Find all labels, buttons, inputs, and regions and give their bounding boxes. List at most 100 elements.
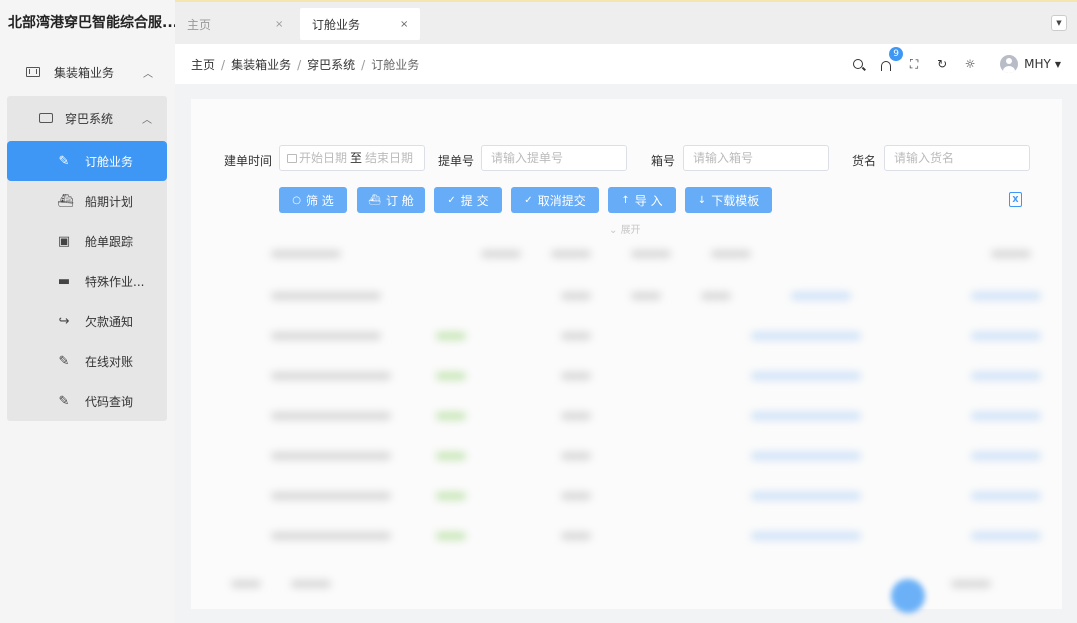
notification-badge: 9	[889, 47, 904, 61]
sidebar-item-code-query[interactable]: ✎ 代码查询	[7, 381, 167, 421]
breadcrumb-separator: /	[221, 57, 226, 72]
fullscreen-icon[interactable]: ⛶	[906, 56, 922, 72]
submenu-chuanba: 穿巴系统 ︿ ✎ 订舱业务 ⛴ 船期计划 ▣ 舱单跟踪 ▬ 特殊作业... ↪ …	[7, 96, 167, 421]
table-header	[231, 247, 1031, 261]
excel-export-icon[interactable]: X	[1009, 192, 1022, 207]
refresh-icon[interactable]: ↻	[934, 56, 950, 72]
table-row	[231, 489, 1041, 503]
close-icon[interactable]: ×	[400, 19, 408, 30]
button-label: 订 舱	[385, 193, 414, 208]
breadcrumb-separator: /	[297, 57, 302, 72]
check-icon: ✓	[524, 194, 533, 206]
booking-panel: 建单时间 开始日期 至 结束日期 提单号 请输入提单号 箱号 请输入箱号 货名 …	[191, 99, 1062, 613]
sidebar-item-label: 代码查询	[85, 394, 134, 409]
submenu-label: 穿巴系统	[65, 111, 114, 126]
ship-icon: ⛴	[57, 193, 74, 209]
edit-icon: ✎	[58, 153, 70, 169]
expand-toggle[interactable]: ⌄ 展开	[609, 221, 641, 236]
import-button[interactable]: ↑ 导 入	[608, 187, 676, 213]
clipboard-icon: ▣	[57, 233, 71, 249]
ship-icon: ⛴	[368, 194, 381, 206]
box-number-input[interactable]: 请输入箱号	[683, 145, 829, 171]
end-date-placeholder: 结束日期	[365, 151, 414, 165]
bill-number-input[interactable]: 请输入提单号	[481, 145, 627, 171]
tab-home[interactable]: 主页 ×	[175, 8, 295, 40]
sidebar-item-manifest[interactable]: ▣ 舱单跟踪	[7, 221, 167, 261]
floating-action-button[interactable]	[891, 579, 925, 613]
table-row	[231, 289, 1041, 303]
chevron-up-icon: ︿	[143, 68, 153, 80]
avatar	[1000, 55, 1019, 73]
beta-icon: ▬	[57, 273, 71, 289]
calendar-icon	[287, 153, 297, 163]
container-icon	[26, 67, 40, 77]
header-actions: 9 ⛶ ↻ ☼ MHY ▼	[838, 44, 1061, 84]
sidebar-item-label: 订舱业务	[85, 154, 134, 169]
header: 主页 / 集装箱业务 / 穿巴系统 / 订舱业务 9 ⛶ ↻ ☼ MHY ▼	[175, 44, 1077, 84]
tabs-dropdown-icon[interactable]: ▼	[1051, 15, 1067, 31]
range-separator: 至	[350, 151, 363, 165]
app-title: 北部湾港穿巴智能综合服...	[8, 15, 175, 31]
filter-row: 建单时间 开始日期 至 结束日期 提单号 请输入提单号 箱号 请输入箱号 货名 …	[191, 145, 1062, 173]
tabs-bar: 主页 × 订舱业务 × ▼	[175, 0, 1077, 44]
tab-label: 订舱业务	[312, 17, 361, 32]
check-icon: ✓	[447, 194, 456, 206]
created-time-label: 建单时间	[224, 154, 273, 168]
submit-button[interactable]: ✓ 提 交	[434, 187, 502, 213]
theme-sun-icon[interactable]: ☼	[962, 56, 978, 72]
download-icon: ↓	[697, 194, 707, 206]
sidebar-item-reconcile[interactable]: ✎ 在线对账	[7, 341, 167, 381]
close-icon[interactable]: ×	[275, 19, 283, 30]
submenu-header[interactable]: 穿巴系统 ︿	[7, 96, 167, 140]
breadcrumb-item[interactable]: 集装箱业务	[231, 58, 291, 72]
button-label: 取消提交	[537, 193, 586, 208]
expand-label: 展开	[620, 225, 641, 236]
breadcrumb-separator: /	[361, 57, 366, 72]
date-range-picker[interactable]: 开始日期 至 结束日期	[279, 145, 425, 171]
bell-icon[interactable]: 9	[878, 47, 904, 72]
edit-icon: ✎	[58, 393, 70, 409]
download-template-button[interactable]: ↓ 下载模板	[685, 187, 772, 213]
tab-booking[interactable]: 订舱业务 ×	[300, 8, 421, 40]
box-label: 箱号	[651, 154, 676, 168]
caret-down-icon: ▼	[1054, 59, 1061, 69]
breadcrumb-item[interactable]: 穿巴系统	[307, 58, 355, 72]
sidebar-item-label: 舱单跟踪	[85, 234, 134, 249]
table-row	[231, 369, 1041, 383]
breadcrumb-item[interactable]: 主页	[191, 58, 215, 72]
sidebar-item-schedule[interactable]: ⛴ 船期计划	[7, 181, 167, 221]
goods-label: 货名	[852, 154, 877, 168]
chevron-up-icon: ︿	[142, 114, 152, 126]
table-row	[231, 529, 1041, 543]
sidebar: 北部湾港穿巴智能综合服... 集装箱业务 ︿ 穿巴系统 ︿ ✎ 订舱业务 ⛴ 船…	[0, 0, 175, 623]
sidebar-item-arrears[interactable]: ↪ 欠款通知	[7, 301, 167, 341]
sidebar-item-special-ops[interactable]: ▬ 特殊作业...	[7, 261, 167, 301]
button-label: 提 交	[460, 193, 489, 208]
button-label: 筛 选	[305, 193, 334, 208]
filter-button[interactable]: ○ 筛 选	[279, 187, 347, 213]
search-icon: ○	[292, 194, 301, 206]
bill-label: 提单号	[438, 154, 475, 168]
truck-icon	[39, 113, 53, 123]
sidebar-item-label: 船期计划	[85, 194, 134, 209]
sidebar-item-booking[interactable]: ✎ 订舱业务	[7, 141, 167, 181]
menu-container-business[interactable]: 集装箱业务 ︿	[0, 52, 175, 92]
breadcrumb: 主页 / 集装箱业务 / 穿巴系统 / 订舱业务	[175, 56, 419, 73]
book-button[interactable]: ⛴ 订 舱	[357, 187, 425, 213]
table-row	[231, 449, 1041, 463]
share-icon: ↪	[58, 313, 70, 329]
table-row	[231, 409, 1041, 423]
goods-name-input[interactable]: 请输入货名	[884, 145, 1030, 171]
sidebar-item-label: 特殊作业...	[85, 274, 145, 289]
tab-label: 主页	[187, 17, 212, 32]
user-name: MHY	[1024, 57, 1051, 71]
cancel-submit-button[interactable]: ✓ 取消提交	[511, 187, 599, 213]
main-content: 建单时间 开始日期 至 结束日期 提单号 请输入提单号 箱号 请输入箱号 货名 …	[175, 84, 1077, 623]
user-menu[interactable]: MHY ▼	[1000, 55, 1061, 73]
edit-icon: ✎	[58, 353, 70, 369]
table-row	[231, 329, 1041, 343]
button-label: 导 入	[634, 193, 663, 208]
sidebar-item-label: 在线对账	[85, 354, 134, 369]
search-icon[interactable]	[850, 56, 866, 72]
menu-label: 集装箱业务	[54, 65, 115, 80]
